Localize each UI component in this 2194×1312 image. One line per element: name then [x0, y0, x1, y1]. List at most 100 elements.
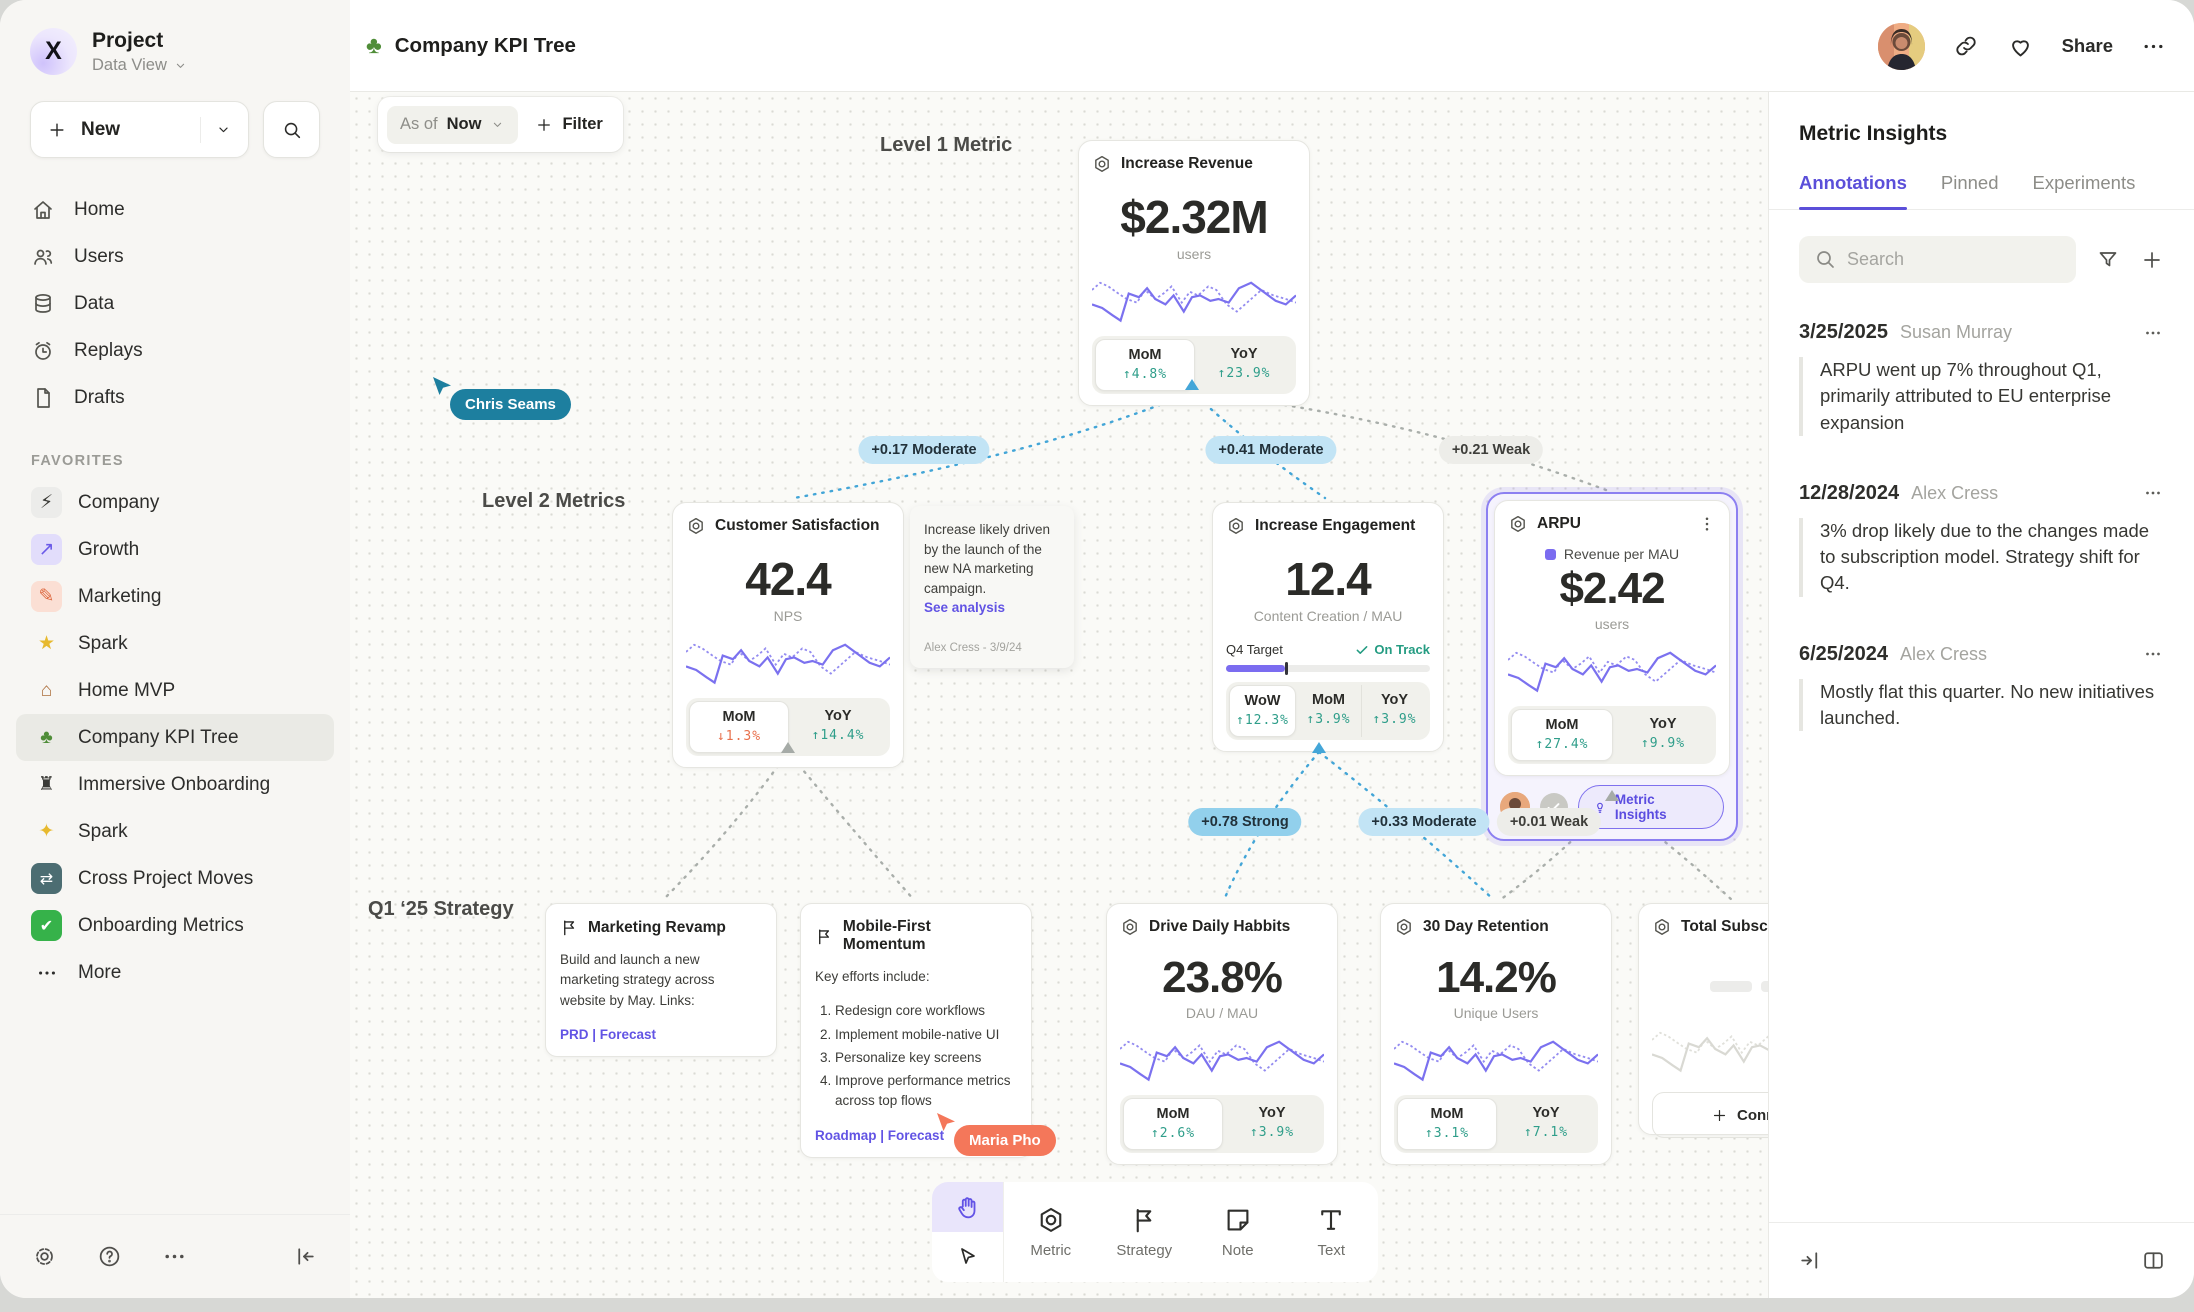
stat-yoy[interactable]: YoY ↑14.4% — [789, 701, 887, 753]
metric-tool-button[interactable]: Metric — [1004, 1182, 1098, 1282]
see-analysis-link[interactable]: See analysis — [924, 598, 1060, 618]
favorite-heart-icon[interactable] — [2007, 33, 2034, 60]
nav-label: Replays — [74, 340, 143, 362]
favorite-immersive-onboarding[interactable]: ♜ Immersive Onboarding — [16, 761, 334, 808]
sidebar-search-button[interactable] — [263, 101, 320, 158]
tree-icon: ♣ — [31, 722, 62, 753]
tab-annotations[interactable]: Annotations — [1799, 172, 1907, 209]
metric-card-increase-engagement[interactable]: Increase Engagement 12.4 Content Creatio… — [1212, 502, 1444, 752]
project-switcher[interactable]: X Project Data View — [0, 0, 350, 75]
stat-mom[interactable]: MoM ↑2.6% — [1123, 1098, 1223, 1150]
stat-yoy[interactable]: YoY ↑7.1% — [1497, 1098, 1595, 1150]
collapse-panel-icon[interactable] — [1797, 1248, 1822, 1273]
favorite-spark-2[interactable]: ✦ Spark — [16, 808, 334, 855]
edge-correlation-badge: +0.78 Strong — [1188, 808, 1301, 836]
copy-link-icon[interactable] — [1953, 33, 1979, 59]
metric-card-drive-daily-habits[interactable]: Drive Daily Habbits 23.8% DAU / MAU MoM … — [1106, 903, 1338, 1165]
tab-pinned[interactable]: Pinned — [1941, 172, 1999, 209]
edge-correlation-badge: +0.33 Moderate — [1358, 808, 1489, 836]
stat-yoy[interactable]: YoY ↑23.9% — [1195, 339, 1293, 391]
strategy-card-mobile-first[interactable]: Mobile-First Momentum Key efforts includ… — [800, 903, 1032, 1158]
kebab-menu-icon[interactable] — [1698, 515, 1716, 533]
sidebar-item-data[interactable]: Data — [16, 280, 334, 327]
series-legend: Revenue per MAU — [1508, 546, 1716, 562]
annotation-item[interactable]: 3/25/2025 Susan Murray ARPU went up 7% t… — [1799, 321, 2164, 436]
favorite-label: Onboarding Metrics — [78, 915, 244, 937]
stat-yoy[interactable]: YoY ↑3.9% — [1223, 1098, 1321, 1150]
cursor-arrow-icon — [934, 1110, 958, 1134]
stat-mom[interactable]: MoM ↑3.1% — [1397, 1098, 1497, 1150]
metric-nut-icon — [1652, 917, 1672, 937]
stat-mom[interactable]: MoM ↓1.3% — [689, 701, 789, 753]
add-annotation-icon[interactable] — [2140, 248, 2164, 272]
sidebar-item-users[interactable]: Users — [16, 233, 334, 280]
metric-value: 23.8% — [1120, 953, 1324, 1003]
stat-mom[interactable]: MoM ↑27.4% — [1511, 709, 1613, 761]
select-tool-button[interactable] — [932, 1232, 1003, 1282]
stat-mom[interactable]: MoM ↑4.8% — [1095, 339, 1195, 391]
text-tool-button[interactable]: Text — [1285, 1182, 1379, 1282]
note-tool-button[interactable]: Note — [1191, 1182, 1285, 1282]
user-avatar[interactable] — [1878, 23, 1925, 70]
sidebar-item-drafts[interactable]: Drafts — [16, 374, 334, 421]
level-3-label: Q1 ‘25 Strategy — [368, 898, 514, 921]
annotation-item[interactable]: 12/28/2024 Alex Cress 3% drop likely due… — [1799, 482, 2164, 597]
help-icon[interactable] — [97, 1244, 122, 1269]
project-name: Project — [92, 29, 188, 53]
stat-yoy[interactable]: YoY ↑9.9% — [1613, 709, 1713, 761]
canvas-annotation-note[interactable]: Increase likely driven by the launch of … — [910, 506, 1074, 668]
sidebar-item-replays[interactable]: Replays — [16, 327, 334, 374]
filter-button[interactable]: Filter — [535, 115, 602, 134]
annotation-menu-icon[interactable] — [2142, 643, 2164, 665]
split-view-icon[interactable] — [2141, 1248, 2166, 1273]
annotation-author: Alex Cress — [1900, 644, 1987, 665]
annotation-item[interactable]: 6/25/2024 Alex Cress Mostly flat this qu… — [1799, 643, 2164, 732]
stat-wow[interactable]: WoW ↑12.3% — [1229, 685, 1296, 737]
share-button[interactable]: Share — [2062, 35, 2113, 57]
sidebar-more-button[interactable]: More — [16, 949, 334, 996]
metric-card-total-subscriptions[interactable]: Total Subscriptions Connect — [1638, 903, 1768, 1135]
search-input[interactable] — [1799, 236, 2076, 283]
metric-card-30-day-retention[interactable]: 30 Day Retention 14.2% Unique Users MoM … — [1380, 903, 1612, 1165]
favorite-onboarding-metrics[interactable]: ✔ Onboarding Metrics — [16, 902, 334, 949]
favorite-cross-project-moves[interactable]: ⇄ Cross Project Moves — [16, 855, 334, 902]
tab-experiments[interactable]: Experiments — [2033, 172, 2136, 209]
annotation-menu-icon[interactable] — [2142, 482, 2164, 504]
settings-gear-icon[interactable] — [32, 1244, 57, 1269]
sidebar-item-home[interactable]: Home — [16, 186, 334, 233]
metric-card-arpu-selected[interactable]: ARPU Revenue per MAU $2.42 users MoM ↑27… — [1486, 492, 1738, 841]
strategy-card-marketing-revamp[interactable]: Marketing Revamp Build and launch a new … — [545, 903, 777, 1057]
new-button[interactable]: New — [30, 101, 249, 158]
strategy-tool-button[interactable]: Strategy — [1098, 1182, 1192, 1282]
stat-mom[interactable]: MoM ↑3.9% — [1296, 685, 1361, 737]
divider — [200, 117, 201, 143]
metric-card-customer-satisfaction[interactable]: Customer Satisfaction 42.4 NPS MoM ↓1.3%… — [672, 502, 904, 768]
favorite-label: Spark — [78, 633, 128, 655]
favorite-home-mvp[interactable]: ⌂ Home MVP — [16, 667, 334, 714]
annotation-menu-icon[interactable] — [2142, 322, 2164, 344]
favorite-spark[interactable]: ★ Spark — [16, 620, 334, 667]
favorite-company-kpi-tree[interactable]: ♣ Company KPI Tree — [16, 714, 334, 761]
connect-data-button[interactable]: Connect — [1652, 1092, 1768, 1138]
annotations-search[interactable] — [1799, 236, 2076, 283]
favorite-company[interactable]: ⚡ Company — [16, 479, 334, 526]
strategy-effort-list: Redesign core workflows Implement mobile… — [835, 1001, 1017, 1111]
stat-yoy[interactable]: YoY ↑3.9% — [1361, 685, 1427, 737]
chevron-down-icon[interactable] — [215, 121, 232, 138]
strategy-links[interactable]: PRD | Forecast — [560, 1027, 762, 1042]
metric-value: $2.32M — [1092, 190, 1296, 244]
hand-tool-button[interactable] — [932, 1182, 1003, 1232]
kpi-tree-canvas[interactable]: As of Now Filter Level 1 Metric Level 2 … — [350, 92, 1768, 1298]
favorite-growth[interactable]: ↗ Growth — [16, 526, 334, 573]
metric-card-increase-revenue[interactable]: Increase Revenue $2.32M users MoM ↑4.8% … — [1078, 140, 1310, 406]
collapse-sidebar-icon[interactable] — [293, 1244, 318, 1269]
filter-funnel-icon[interactable] — [2096, 248, 2120, 272]
favorite-marketing[interactable]: ✎ Marketing — [16, 573, 334, 620]
more-options-icon[interactable] — [162, 1244, 187, 1269]
collaborator-cursor-chris: Chris Seams — [430, 374, 454, 403]
as-of-dropdown[interactable]: As of Now — [387, 106, 518, 144]
sparkline-placeholder — [1652, 1022, 1768, 1076]
annotation-date: 3/25/2025 — [1799, 321, 1888, 344]
metric-unit: users — [1508, 616, 1716, 632]
more-options-icon[interactable] — [2141, 34, 2166, 59]
